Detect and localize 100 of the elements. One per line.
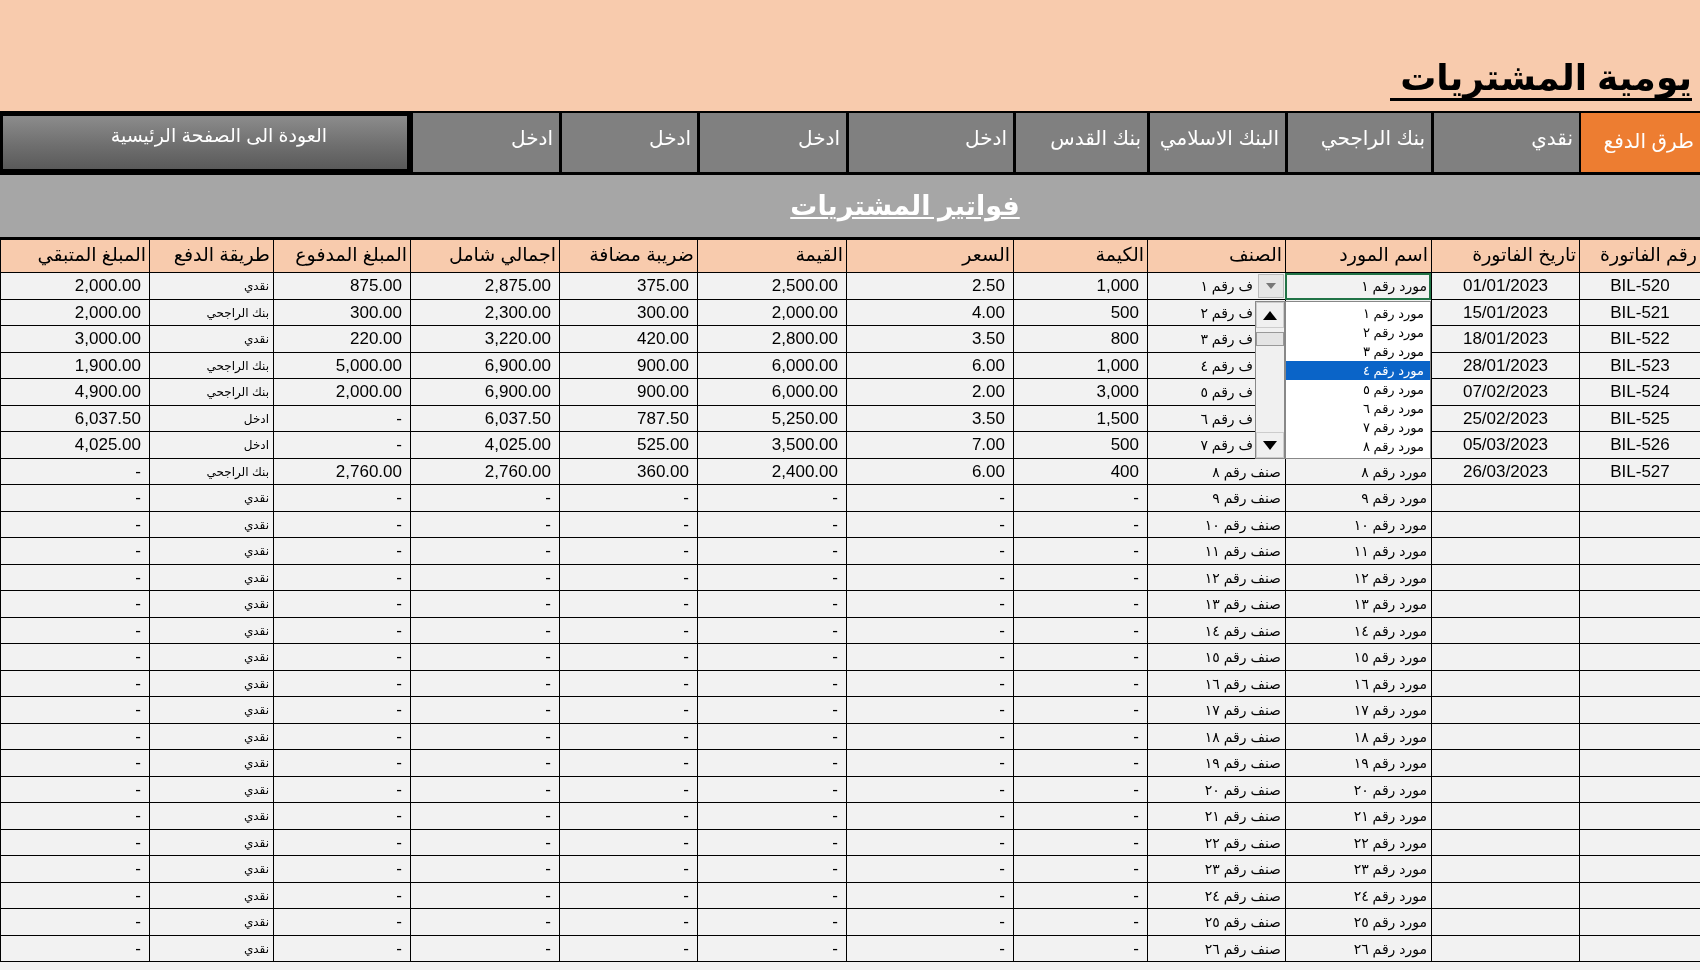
column-header: ضريبة مضافة <box>559 240 697 273</box>
table-cell: 26/03/2023 <box>1431 458 1579 485</box>
table-cell: مورد رقم ١٢ <box>1285 564 1431 591</box>
table-cell: - <box>846 723 1013 750</box>
table-cell: - <box>697 538 846 565</box>
dropdown-option[interactable]: مورد رقم ١ <box>1286 304 1430 323</box>
table-cell: - <box>1013 697 1147 724</box>
table-cell: - <box>1013 644 1147 671</box>
payment-method-button[interactable]: ادخل <box>846 113 1013 172</box>
payment-method-button[interactable]: ادخل <box>410 113 559 172</box>
table-cell: - <box>697 776 846 803</box>
table-cell: - <box>273 644 410 671</box>
table-cell: نقدي <box>149 644 273 671</box>
table-cell: 1,000 <box>1013 352 1147 379</box>
table-cell: - <box>0 935 149 962</box>
table-cell: - <box>1013 803 1147 830</box>
table-cell: 6.00 <box>846 352 1013 379</box>
table-cell: نقدي <box>149 829 273 856</box>
table-cell: - <box>1013 564 1147 591</box>
table-cell: - <box>273 405 410 432</box>
table-cell: بنك الراجحي <box>149 299 273 326</box>
column-header: القيمة <box>697 240 846 273</box>
dropdown-option[interactable]: مورد رقم ٦ <box>1286 399 1430 418</box>
selected-cell[interactable]: مورد رقم ١ <box>1285 273 1431 300</box>
table-cell: - <box>697 935 846 962</box>
payment-method-button[interactable]: ادخل <box>697 113 846 172</box>
dropdown-option[interactable]: مورد رقم ٤ <box>1286 361 1430 380</box>
table-cell: 2,400.00 <box>697 458 846 485</box>
table-cell: - <box>410 882 559 909</box>
table-cell: - <box>410 670 559 697</box>
table-cell: - <box>273 564 410 591</box>
table-cell: - <box>559 909 697 936</box>
table-cell: 2.00 <box>846 379 1013 406</box>
table-cell: - <box>846 670 1013 697</box>
table-cell: 3,220.00 <box>410 326 559 353</box>
table-cell: صنف رقم ١١ <box>1147 538 1285 565</box>
dropdown-option[interactable]: مورد رقم ٨ <box>1286 437 1430 456</box>
table-cell: - <box>1013 511 1147 538</box>
payment-method-button[interactable]: نقدي <box>1431 113 1579 172</box>
table-cell: 525.00 <box>559 432 697 459</box>
column-header: اجمالي شامل <box>410 240 559 273</box>
table-cell: 2,760.00 <box>410 458 559 485</box>
table-cell: - <box>697 617 846 644</box>
table-cell: 4,900.00 <box>0 379 149 406</box>
table-cell: - <box>697 856 846 883</box>
table-cell: صنف رقم ٨ <box>1147 458 1285 485</box>
table-cell: 4,025.00 <box>0 432 149 459</box>
table-cell: - <box>273 856 410 883</box>
table-cell: - <box>0 538 149 565</box>
table-cell: - <box>1013 856 1147 883</box>
table-cell: - <box>1013 776 1147 803</box>
table-cell: 6.00 <box>846 458 1013 485</box>
table-cell: نقدي <box>149 538 273 565</box>
table-cell: 4.00 <box>846 299 1013 326</box>
table-cell: 2,300.00 <box>410 299 559 326</box>
payment-method-button[interactable]: ادخل <box>559 113 697 172</box>
table-cell: - <box>1013 670 1147 697</box>
table-cell: نقدي <box>149 273 273 300</box>
table-cell: - <box>273 882 410 909</box>
table-cell: 6,000.00 <box>697 379 846 406</box>
table-cell: - <box>846 856 1013 883</box>
column-header: الصنف <box>1147 240 1285 273</box>
table-cell: - <box>559 564 697 591</box>
table-cell: - <box>697 697 846 724</box>
table-cell: - <box>273 617 410 644</box>
table-cell: - <box>697 829 846 856</box>
table-cell: 4,025.00 <box>410 432 559 459</box>
payment-method-button[interactable]: البنك الاسلامي <box>1147 113 1285 172</box>
table-cell: - <box>410 564 559 591</box>
table-cell: - <box>846 935 1013 962</box>
table-cell: - <box>0 856 149 883</box>
table-cell: 375.00 <box>559 273 697 300</box>
table-cell: مورد رقم ١٩ <box>1285 750 1431 777</box>
table-cell: 6,037.50 <box>0 405 149 432</box>
payment-method-button[interactable]: بنك القدس <box>1013 113 1147 172</box>
table-cell: - <box>273 776 410 803</box>
table-cell: نقدي <box>149 591 273 618</box>
table-cell: - <box>0 697 149 724</box>
table-cell: 2,000.00 <box>697 299 846 326</box>
dropdown-option[interactable]: مورد رقم ٣ <box>1286 342 1430 361</box>
table-cell: 3,500.00 <box>697 432 846 459</box>
table-cell: - <box>410 538 559 565</box>
table-cell: نقدي <box>149 670 273 697</box>
payment-method-button[interactable]: بنك الراجحي <box>1285 113 1431 172</box>
table-cell: - <box>697 750 846 777</box>
table-cell: - <box>1013 538 1147 565</box>
column-header: طريقة الدفع <box>149 240 273 273</box>
table-cell: - <box>273 432 410 459</box>
table-cell: 01/01/2023 <box>1431 273 1579 300</box>
table-cell: صنف رقم ٢٥ <box>1147 909 1285 936</box>
table-cell: - <box>0 723 149 750</box>
table-cell: - <box>410 935 559 962</box>
table-cell: صنف رقم ١٢ <box>1147 564 1285 591</box>
back-home-button[interactable]: العودة الى الصفحة الرئيسية <box>0 113 410 172</box>
table-cell: - <box>273 511 410 538</box>
dropdown-option[interactable]: مورد رقم ٢ <box>1286 323 1430 342</box>
dropdown-option[interactable]: مورد رقم ٥ <box>1286 380 1430 399</box>
dropdown-option[interactable]: مورد رقم ٧ <box>1286 418 1430 437</box>
table-cell: - <box>0 803 149 830</box>
table-cell: 360.00 <box>559 458 697 485</box>
